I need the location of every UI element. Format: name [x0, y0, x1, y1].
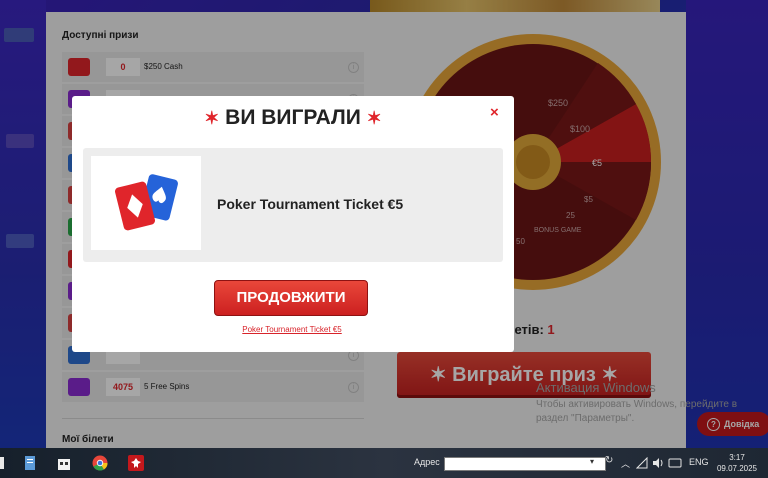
network-icon[interactable]	[636, 457, 648, 469]
prize-name: Poker Tournament Ticket €5	[217, 196, 404, 212]
language-indicator[interactable]: ENG	[689, 457, 709, 467]
store-app-icon[interactable]	[56, 455, 72, 471]
clock-date: 09.07.2025	[716, 464, 758, 473]
address-label: Адрес	[414, 457, 440, 467]
close-icon[interactable]: ×	[490, 104, 499, 121]
volume-icon[interactable]	[652, 457, 664, 469]
poker-cards-icon	[91, 156, 201, 250]
taskbar: Адрес ▾ ↻ ︿ ENG 3:17 09.07.2025	[0, 448, 768, 478]
notepad-app-icon[interactable]	[22, 455, 38, 471]
modal-title-text: ВИ ВИГРАЛИ	[225, 106, 361, 129]
address-input[interactable]	[444, 457, 606, 471]
clock[interactable]: 3:17 09.07.2025	[714, 452, 760, 474]
prize-details-link[interactable]: Poker Tournament Ticket €5	[72, 325, 512, 334]
chevron-down-icon[interactable]: ▾	[590, 457, 594, 466]
start-button-partial[interactable]	[0, 455, 10, 471]
keyboard-icon[interactable]	[668, 457, 682, 469]
won-prize-card: Poker Tournament Ticket €5	[83, 148, 503, 262]
win-modal: ✶ ВИ ВИГРАЛИ ✶ × Poker Tournament Ticket…	[72, 96, 514, 352]
star-icon: ✶	[366, 108, 382, 128]
star-icon: ✶	[204, 108, 220, 128]
casino-app-icon[interactable]	[128, 455, 144, 471]
chevron-up-icon[interactable]: ︿	[621, 457, 630, 470]
refresh-icon[interactable]: ↻	[605, 455, 615, 467]
continue-button[interactable]: ПРОДОВЖИТИ	[214, 280, 368, 316]
clock-time: 3:17	[729, 453, 745, 462]
chrome-app-icon[interactable]	[92, 455, 108, 471]
modal-title: ✶ ВИ ВИГРАЛИ ✶	[72, 106, 514, 130]
